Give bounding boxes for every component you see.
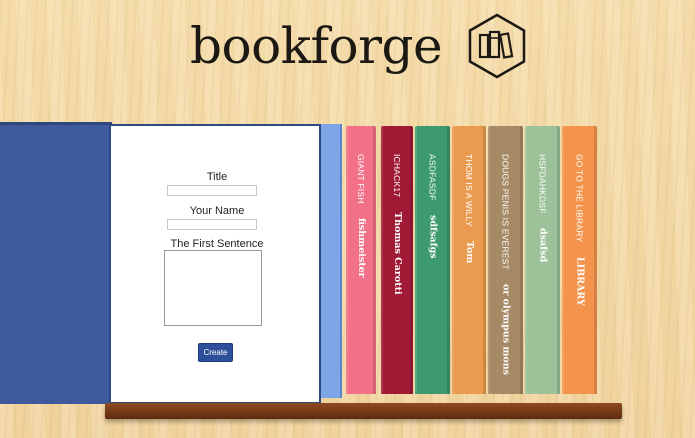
book-spine[interactable]: ICHACK17 Thomas Carotti <box>381 126 413 394</box>
book-author: fishmeister <box>356 218 367 278</box>
name-input[interactable] <box>167 219 257 230</box>
title-input[interactable] <box>167 185 257 196</box>
book-author: Tom <box>464 241 475 264</box>
spine-text: GIANT FISH fishmeister <box>353 154 369 278</box>
book-author: Thomas Carotti <box>392 211 403 295</box>
spine-text: ICHACK17 Thomas Carotti <box>389 154 405 294</box>
spine-text: THOM IS A WILLY Tom <box>461 154 477 264</box>
book-spine[interactable]: DOUGS PENIS IS EVEREST or olympus mons <box>488 126 523 394</box>
book-cover <box>0 122 112 404</box>
book-author: LIBRARY <box>574 256 586 306</box>
book-title: GIANT FISH <box>356 154 366 204</box>
book-spine[interactable]: GIANT FISH fishmeister <box>346 126 376 394</box>
book-spine[interactable]: GO TO THE LIBRARY LIBRARY <box>562 126 597 394</box>
book-author: or olympus mons <box>500 284 512 376</box>
create-button[interactable]: Create <box>198 343 233 362</box>
book-author: sdfsafgs <box>427 214 439 259</box>
spine-text: HSFDAHKDSF dsafsd <box>535 154 551 262</box>
hexagon-books-logo-icon <box>468 13 526 78</box>
book-title: GO TO THE LIBRARY <box>574 154 585 243</box>
spine-text: DOUGS PENIS IS EVEREST or olympus mons <box>498 154 514 375</box>
spine-text: ASDFASDF sdfsafgs <box>425 154 441 259</box>
first-sentence-input[interactable] <box>164 250 262 326</box>
name-label: Your Name <box>189 205 245 217</box>
book-title: THOM IS A WILLY <box>464 154 474 227</box>
book-author: dsafsd <box>537 228 549 263</box>
book-title: DOUGS PENIS IS EVEREST <box>500 154 511 270</box>
book-title: ICHACK17 <box>392 154 402 198</box>
first-sentence-label: The First Sentence <box>170 238 264 250</box>
page-edge <box>320 124 342 398</box>
title-label: Title <box>206 171 228 183</box>
bookshelf <box>105 403 622 419</box>
create-book-form: Title Your Name The First Sentence Creat… <box>109 124 321 404</box>
book-title: ASDFASDF <box>427 154 438 201</box>
book-spine[interactable]: THOM IS A WILLY Tom <box>452 126 486 394</box>
spine-text: GO TO THE LIBRARY LIBRARY <box>572 154 588 306</box>
book-spine[interactable]: HSFDAHKDSF dsafsd <box>525 126 560 394</box>
brand-title: bookforge <box>190 16 443 75</box>
book-spine[interactable]: ASDFASDF sdfsafgs <box>415 126 450 394</box>
header: bookforge <box>190 8 530 83</box>
book-title: HSFDAHKDSF <box>537 154 548 214</box>
